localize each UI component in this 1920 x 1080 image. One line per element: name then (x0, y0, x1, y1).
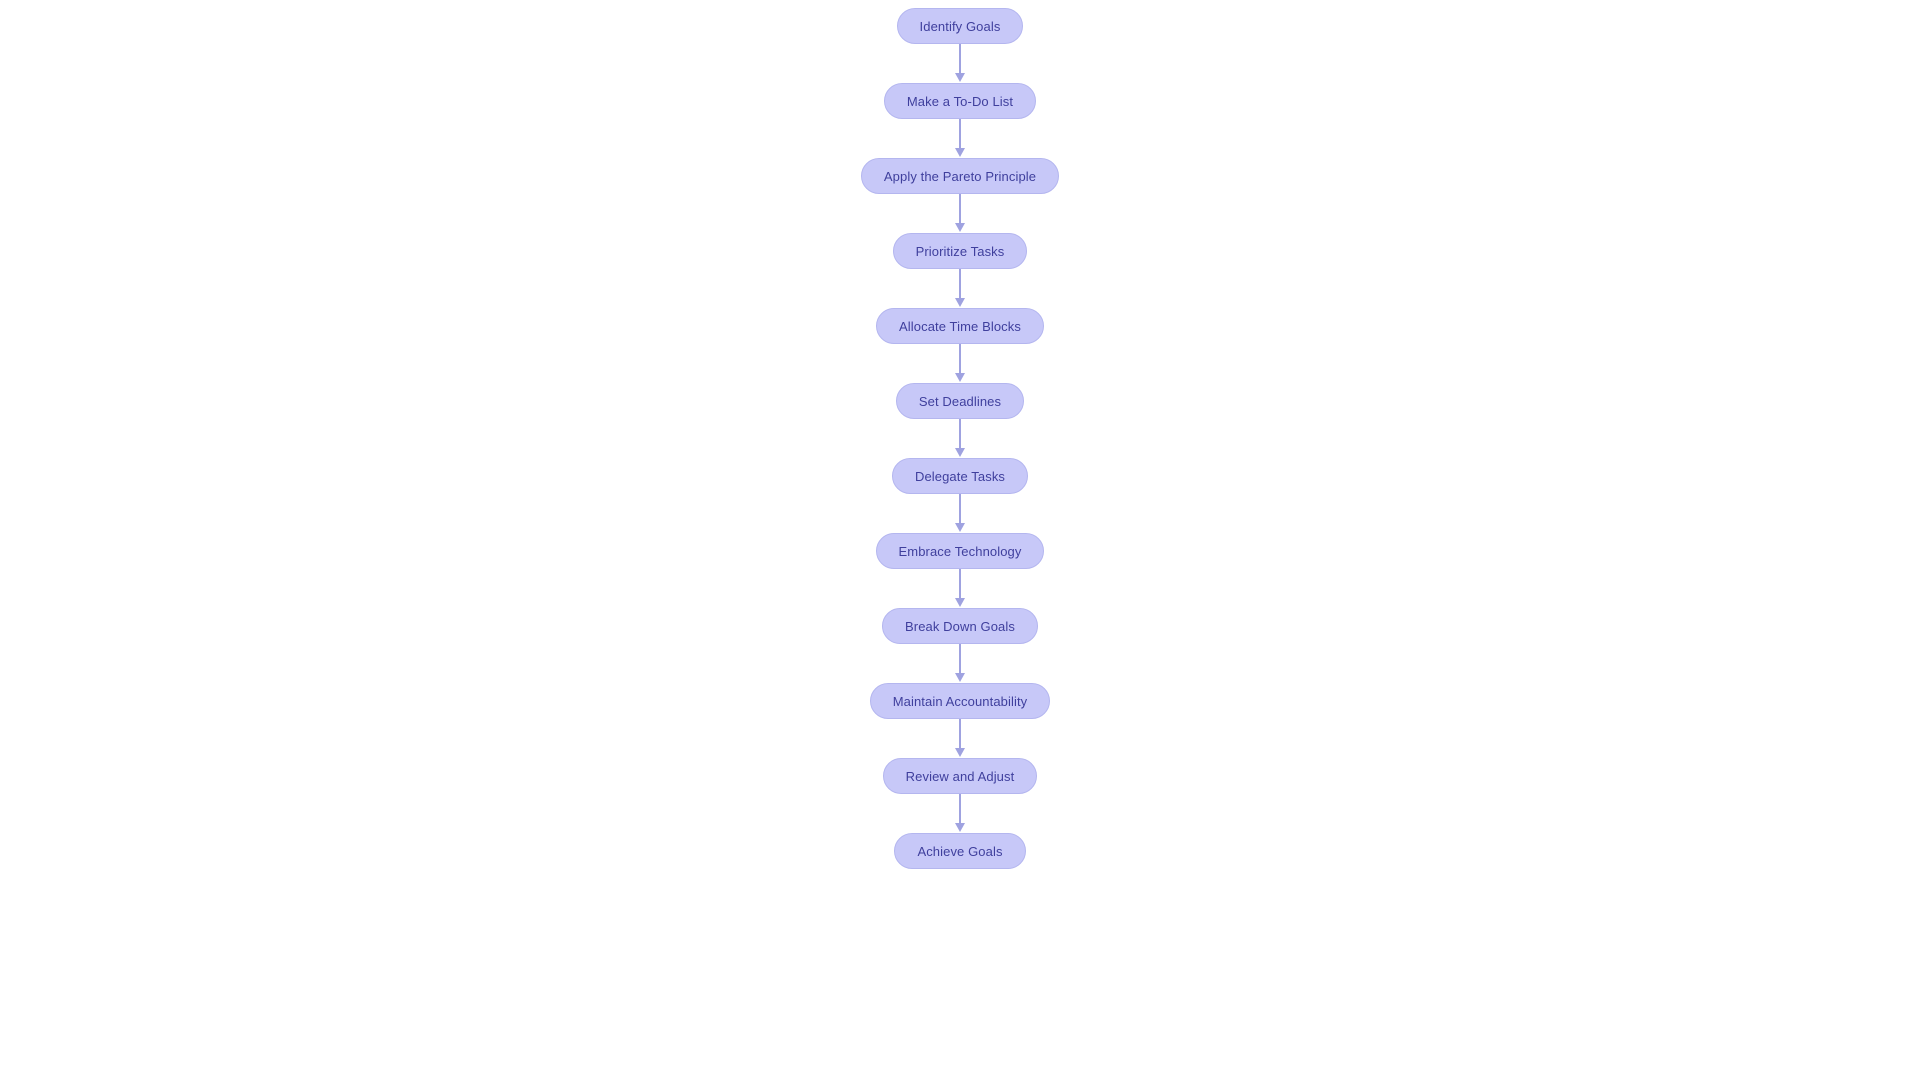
flow-connector-arrow (953, 794, 967, 833)
flow-connector-arrow (953, 269, 967, 308)
connector-line (959, 119, 961, 150)
flow-node[interactable]: Make a To-Do List (883, 83, 1037, 119)
arrowhead-icon (955, 823, 965, 832)
connector-line (959, 494, 961, 525)
flow-connector-arrow (953, 344, 967, 383)
arrowhead-icon (955, 73, 965, 82)
connector-line (959, 419, 961, 450)
flow-node-label: Set Deadlines (918, 393, 1002, 409)
connector-line (959, 269, 961, 300)
flow-connector-arrow (953, 194, 967, 233)
arrowhead-icon (955, 223, 965, 232)
flow-node-label: Prioritize Tasks (915, 243, 1005, 259)
flow-node-label: Apply the Pareto Principle (883, 168, 1037, 184)
flow-node[interactable]: Review and Adjust (882, 758, 1038, 794)
flow-node[interactable]: Set Deadlines (895, 383, 1025, 419)
flow-connector-arrow (953, 719, 967, 758)
flow-node[interactable]: Apply the Pareto Principle (860, 158, 1060, 194)
flow-connector-arrow (953, 419, 967, 458)
arrowhead-icon (955, 298, 965, 307)
flow-node-label: Delegate Tasks (914, 468, 1006, 484)
flow-node-label: Embrace Technology (898, 543, 1022, 559)
connector-line (959, 719, 961, 750)
flow-connector-arrow (953, 494, 967, 533)
flow-node[interactable]: Prioritize Tasks (892, 233, 1028, 269)
flow-connector-arrow (953, 644, 967, 683)
arrowhead-icon (955, 148, 965, 157)
arrowhead-icon (955, 448, 965, 457)
flow-node-label: Maintain Accountability (892, 693, 1028, 709)
flow-node[interactable]: Break Down Goals (882, 608, 1038, 644)
arrowhead-icon (955, 523, 965, 532)
connector-line (959, 44, 961, 75)
flow-node-label: Make a To-Do List (906, 93, 1014, 109)
connector-line (959, 794, 961, 825)
flow-connector-arrow (953, 569, 967, 608)
flow-node[interactable]: Embrace Technology (875, 533, 1045, 569)
flow-connector-arrow (953, 119, 967, 158)
connector-line (959, 569, 961, 600)
arrowhead-icon (955, 748, 965, 757)
flow-node[interactable]: Achieve Goals (894, 833, 1026, 869)
connector-line (959, 194, 961, 225)
flow-node-label: Achieve Goals (917, 843, 1003, 859)
flow-node[interactable]: Maintain Accountability (869, 683, 1051, 719)
flow-node-label: Identify Goals (919, 18, 1001, 34)
flow-node[interactable]: Identify Goals (896, 8, 1024, 44)
connector-line (959, 644, 961, 675)
arrowhead-icon (955, 673, 965, 682)
flow-connector-arrow (953, 44, 967, 83)
flow-node[interactable]: Allocate Time Blocks (876, 308, 1044, 344)
flowchart-canvas: Identify Goals Make a To-Do List Apply the… (0, 0, 1920, 1080)
flow-node-label: Break Down Goals (905, 618, 1015, 634)
arrowhead-icon (955, 373, 965, 382)
connector-line (959, 344, 961, 375)
flow-node[interactable]: Delegate Tasks (891, 458, 1029, 494)
arrowhead-icon (955, 598, 965, 607)
flowchart-node-chain: Identify Goals Make a To-Do List Apply the… (0, 0, 1920, 869)
flow-node-label: Allocate Time Blocks (899, 318, 1021, 334)
flow-node-label: Review and Adjust (905, 768, 1015, 784)
